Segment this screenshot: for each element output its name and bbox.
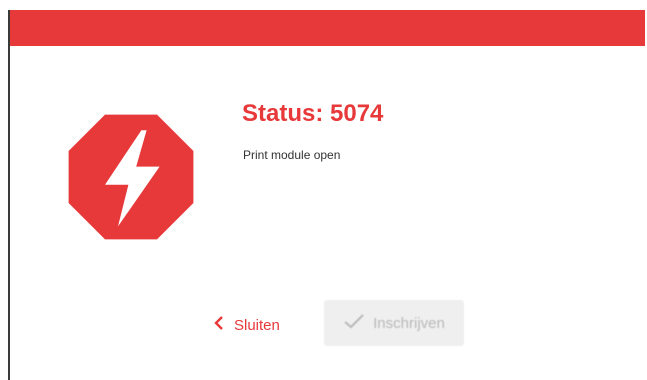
header-bar bbox=[10, 10, 645, 46]
confirm-button[interactable]: Inschrijven bbox=[324, 300, 464, 346]
status-dialog: Status: 5074 Print module open Sluiten I… bbox=[8, 10, 645, 380]
checkmark-icon bbox=[343, 313, 365, 333]
confirm-button-label: Inschrijven bbox=[373, 314, 445, 332]
power-bolt-stop-icon bbox=[66, 112, 196, 242]
close-button-label: Sluiten bbox=[234, 316, 280, 334]
status-title: Status: 5074 bbox=[242, 100, 384, 127]
close-button[interactable]: Sluiten bbox=[214, 314, 280, 336]
status-message: Print module open bbox=[243, 148, 341, 162]
chevron-left-icon bbox=[214, 316, 224, 334]
